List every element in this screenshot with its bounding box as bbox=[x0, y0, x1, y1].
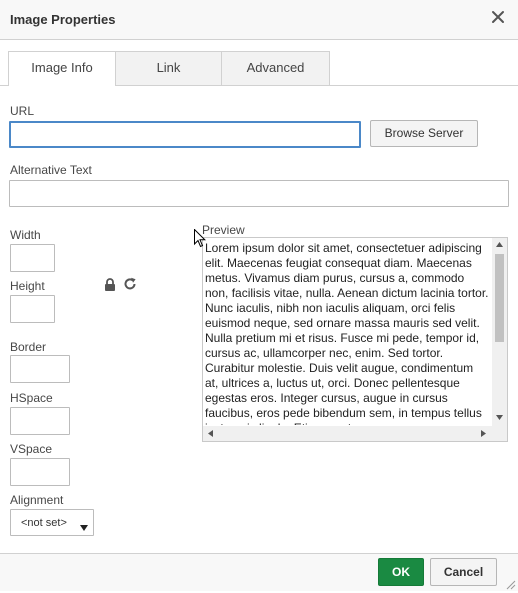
dialog-title: Image Properties bbox=[10, 12, 116, 27]
hspace-input[interactable] bbox=[10, 407, 70, 435]
scrollbar-corner bbox=[492, 426, 507, 441]
width-label: Width bbox=[10, 228, 41, 242]
scroll-right-arrow-icon[interactable] bbox=[481, 430, 486, 437]
tab-image-info[interactable]: Image Info bbox=[8, 51, 116, 86]
image-properties-dialog: Image Properties Image Info Link Advance… bbox=[0, 0, 518, 591]
vspace-label: VSpace bbox=[10, 442, 53, 456]
preview-horizontal-scrollbar[interactable] bbox=[203, 426, 492, 441]
alternative-text-label: Alternative Text bbox=[10, 163, 92, 177]
lock-icon[interactable] bbox=[104, 278, 116, 291]
alignment-selected-value: <not set> bbox=[21, 517, 67, 529]
alignment-label: Alignment bbox=[10, 493, 64, 507]
dialog-titlebar[interactable]: Image Properties bbox=[0, 0, 518, 40]
tab-advanced[interactable]: Advanced bbox=[221, 51, 330, 85]
cancel-button[interactable]: Cancel bbox=[430, 558, 497, 586]
scroll-left-arrow-icon[interactable] bbox=[208, 430, 213, 437]
preview-label: Preview bbox=[202, 223, 245, 237]
ok-button[interactable]: OK bbox=[378, 558, 424, 586]
preview-vertical-scrollbar[interactable] bbox=[492, 238, 507, 426]
height-input[interactable] bbox=[10, 295, 55, 323]
width-input[interactable] bbox=[10, 244, 55, 272]
url-label: URL bbox=[10, 104, 35, 118]
alignment-select[interactable]: <not set> bbox=[10, 509, 94, 536]
close-icon[interactable] bbox=[490, 9, 506, 25]
border-label: Border bbox=[10, 340, 47, 354]
resize-grip-icon[interactable] bbox=[506, 579, 516, 590]
reset-size-icon[interactable] bbox=[123, 277, 137, 291]
vspace-input[interactable] bbox=[10, 458, 70, 486]
scroll-down-arrow-icon[interactable] bbox=[496, 415, 503, 420]
preview-box[interactable]: Lorem ipsum dolor sit amet, consectetuer… bbox=[202, 237, 508, 442]
hspace-label: HSpace bbox=[10, 391, 53, 405]
border-input[interactable] bbox=[10, 355, 70, 383]
url-input[interactable] bbox=[9, 121, 361, 148]
preview-vertical-scroll-thumb[interactable] bbox=[495, 254, 504, 342]
browse-server-button[interactable]: Browse Server bbox=[370, 120, 478, 147]
height-label: Height bbox=[10, 279, 45, 293]
tab-link[interactable]: Link bbox=[115, 51, 222, 85]
preview-text: Lorem ipsum dolor sit amet, consectetuer… bbox=[205, 241, 489, 425]
scroll-up-arrow-icon[interactable] bbox=[496, 242, 503, 247]
chevron-down-icon bbox=[80, 520, 88, 534]
alternative-text-input[interactable] bbox=[9, 180, 509, 207]
